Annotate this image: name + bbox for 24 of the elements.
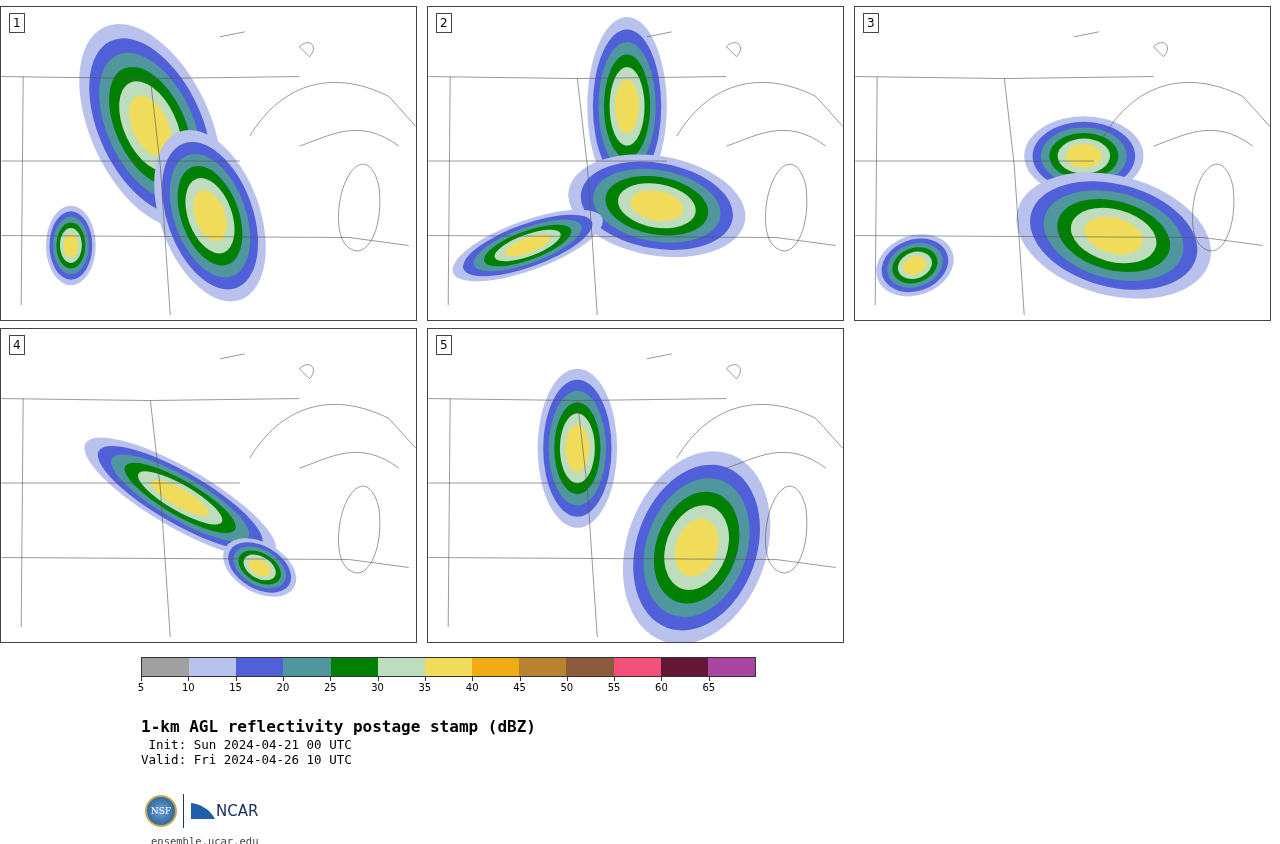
tick-label: 65 <box>701 682 717 694</box>
tick-label: 35 <box>417 682 433 694</box>
panel-number: 3 <box>863 13 879 33</box>
tick-label: 20 <box>275 682 291 694</box>
tick-label: 5 <box>136 682 146 694</box>
tick-label: 55 <box>606 682 622 694</box>
panel-number: 2 <box>436 13 452 33</box>
tick-label: 45 <box>512 682 527 694</box>
valid-time: Valid: Fri 2024-04-26 10 UTC <box>141 752 353 767</box>
tick-label: 25 <box>322 682 338 694</box>
ncar-logo: NCAR <box>216 802 259 820</box>
tick-label: 15 <box>228 682 243 694</box>
tick-label: 30 <box>370 682 385 694</box>
tick-label: 60 <box>654 682 669 694</box>
tick-label: 10 <box>180 682 196 694</box>
init-time: Init: Sun 2024-04-21 00 UTC <box>147 737 353 752</box>
panel-number: 1 <box>9 13 25 33</box>
swoosh-icon <box>190 801 216 821</box>
tick-label: 40 <box>464 682 480 694</box>
chart-title: 1-km AGL reflectivity postage stamp (dBZ) <box>141 717 537 737</box>
panel-number: 4 <box>9 335 25 355</box>
tick-label: 50 <box>559 682 575 694</box>
nsf-logo: NSF <box>145 795 177 827</box>
panel-number: 5 <box>436 335 452 355</box>
